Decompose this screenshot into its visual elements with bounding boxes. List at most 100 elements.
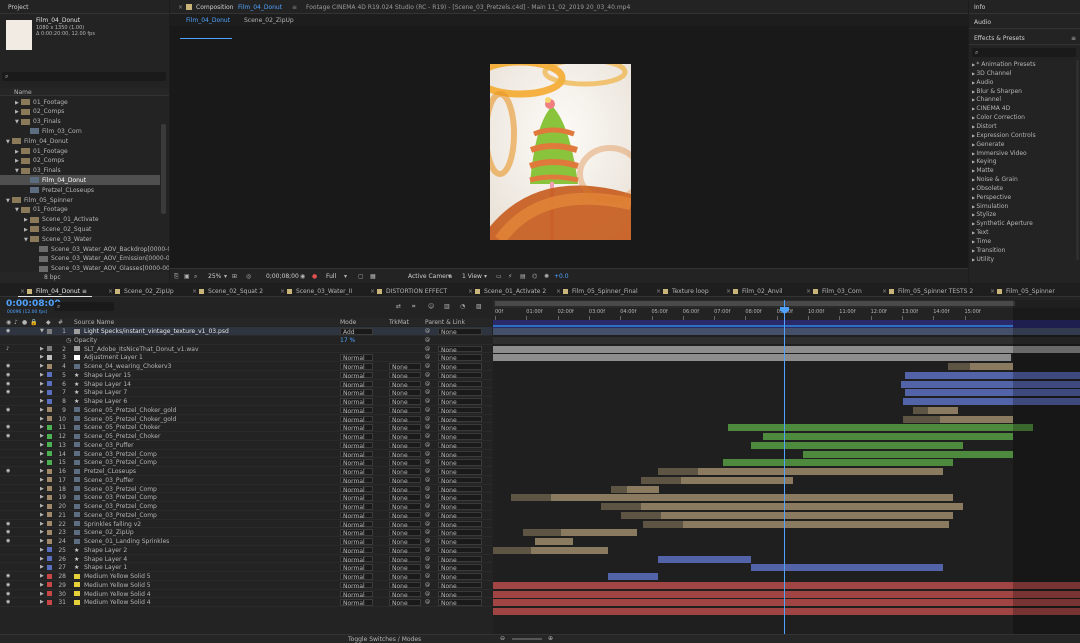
parent-select[interactable]: None bbox=[438, 581, 482, 590]
work-area-range[interactable] bbox=[495, 301, 1015, 306]
chevron-down-icon[interactable]: ▾ bbox=[224, 273, 227, 280]
layer-source-name[interactable]: Shape Layer 2 bbox=[84, 547, 127, 554]
close-icon[interactable]: × bbox=[806, 288, 813, 295]
close-icon[interactable]: × bbox=[990, 288, 997, 295]
toggle-grid-icon[interactable]: ⊞ bbox=[232, 273, 237, 280]
effects-category[interactable]: ▶ Matte bbox=[969, 167, 1074, 174]
label-color-swatch[interactable] bbox=[47, 512, 52, 518]
zoom-slider[interactable] bbox=[512, 638, 542, 640]
trkmat-select[interactable]: None bbox=[389, 581, 421, 590]
layer-mode-select[interactable]: Normal bbox=[340, 380, 373, 389]
parent-select[interactable]: None bbox=[438, 538, 482, 546]
effects-category[interactable]: ▶ Expression Controls bbox=[969, 132, 1074, 139]
trkmat-select[interactable]: None bbox=[389, 415, 421, 424]
pickwhip-icon[interactable]: @ bbox=[425, 573, 430, 579]
label-color-swatch[interactable] bbox=[47, 538, 52, 544]
pickwhip-icon[interactable]: @ bbox=[425, 529, 430, 535]
effects-search-input[interactable]: ⌕ bbox=[972, 48, 1076, 57]
trkmat-select[interactable]: None bbox=[389, 406, 421, 415]
layer-mode-select[interactable]: Normal bbox=[340, 459, 373, 467]
effects-category[interactable]: ▶ Noise & Grain bbox=[969, 176, 1074, 183]
trkmat-select[interactable]: None bbox=[389, 363, 421, 371]
effects-category[interactable]: ▶ Perspective bbox=[969, 194, 1074, 201]
comp-flowchart-icon[interactable]: ⇄ bbox=[396, 303, 401, 310]
parent-select[interactable]: None bbox=[438, 354, 482, 362]
pickwhip-icon[interactable]: @ bbox=[425, 494, 430, 500]
parent-select[interactable]: None bbox=[438, 406, 482, 415]
layer-row[interactable]: ▶ 26 ★ Shape Layer 4 Normal None @ None bbox=[0, 555, 492, 564]
layer-source-name[interactable]: Scene_03_Pretzel_Comp bbox=[84, 503, 157, 510]
chevron-down-icon[interactable]: ▾ bbox=[448, 273, 451, 280]
timeline-icon[interactable]: ▤ bbox=[520, 273, 526, 280]
eye-icon[interactable]: ◉ bbox=[6, 363, 10, 369]
playhead[interactable] bbox=[784, 300, 785, 643]
layer-mode-select[interactable]: Normal bbox=[340, 590, 373, 599]
layer-mode-select[interactable]: Normal bbox=[340, 485, 373, 494]
timeline-tab[interactable]: × Scene_01_Activate 2 bbox=[468, 288, 546, 295]
pickwhip-icon[interactable]: @ bbox=[425, 328, 430, 334]
effects-category[interactable]: ▶ Distort bbox=[969, 123, 1074, 130]
layer-source-name[interactable]: Adjustment Layer 1 bbox=[84, 354, 143, 361]
label-color-swatch[interactable] bbox=[47, 494, 52, 500]
project-item[interactable]: ▶ 01_Footage bbox=[0, 97, 160, 107]
parent-select[interactable]: None bbox=[438, 546, 482, 555]
twirl-arrow-icon[interactable]: ▶ bbox=[40, 556, 44, 562]
layer-source-name[interactable]: Medium Yellow Solid 4 bbox=[84, 599, 151, 606]
label-color-swatch[interactable] bbox=[47, 381, 52, 386]
layer-source-name[interactable]: Scene_05_Pretzel_Choker bbox=[84, 433, 160, 440]
exposure-icon[interactable]: ✺ bbox=[544, 273, 549, 280]
layer-duration-bar[interactable] bbox=[728, 424, 1033, 432]
parent-select[interactable]: None bbox=[438, 380, 482, 389]
layer-mode-select[interactable]: Normal bbox=[340, 511, 373, 520]
project-item[interactable]: Film_03_Corn bbox=[0, 126, 160, 136]
project-item[interactable]: ▼ Film_05_Spinner bbox=[0, 195, 160, 205]
parent-select[interactable]: None bbox=[438, 590, 482, 599]
eye-icon[interactable]: ◉ bbox=[6, 433, 10, 439]
layer-mode-select[interactable]: Normal bbox=[340, 371, 373, 380]
parent-select[interactable]: None bbox=[438, 599, 482, 607]
effects-category[interactable]: ▶ Blur & Sharpen bbox=[969, 88, 1074, 95]
close-icon[interactable]: × bbox=[656, 288, 663, 295]
layer-row[interactable]: ◉ ▶ 5 ★ Shape Layer 15 Normal None @ None bbox=[0, 371, 492, 380]
footage-tab[interactable]: Footage CINEMA 4D R19.024 Studio (RC - R… bbox=[306, 4, 630, 11]
snapshot-icon[interactable]: ◉ bbox=[300, 273, 305, 280]
project-item[interactable]: Film_04_Donut bbox=[0, 175, 160, 186]
label-color-swatch[interactable] bbox=[47, 442, 52, 448]
trkmat-select[interactable]: None bbox=[389, 590, 421, 599]
toggle-switches-modes[interactable]: Toggle Switches / Modes bbox=[348, 636, 421, 643]
effects-category[interactable]: ▶ Immersive Video bbox=[969, 150, 1074, 157]
project-item[interactable]: ▼ 01_Footage bbox=[0, 205, 160, 215]
trkmat-select[interactable]: None bbox=[389, 398, 421, 406]
project-item[interactable]: ▼ 03_Finals bbox=[0, 166, 160, 176]
timeline-tab[interactable]: × Film_05_Spinner_Final bbox=[556, 288, 638, 295]
composition-frame[interactable] bbox=[490, 64, 631, 240]
label-color-swatch[interactable] bbox=[47, 547, 52, 553]
close-icon[interactable]: × bbox=[20, 288, 27, 295]
frame-blend-icon[interactable]: ▥ bbox=[444, 303, 450, 310]
layer-row[interactable]: ▶ 14 Scene_03_Pretzel_Comp Normal None @ None bbox=[0, 450, 492, 459]
twirl-arrow-icon[interactable]: ▶ bbox=[40, 512, 44, 518]
layer-duration-bar[interactable] bbox=[723, 459, 953, 467]
layer-source-name[interactable]: Scene_05_Pretzel_Choker_gold bbox=[84, 407, 176, 414]
pickwhip-icon[interactable]: @ bbox=[425, 477, 430, 483]
trkmat-select[interactable]: None bbox=[389, 485, 421, 494]
fast-preview-icon[interactable]: ⚡ bbox=[508, 273, 512, 280]
stopwatch-icon[interactable]: ◷ bbox=[66, 337, 71, 344]
layer-source-name[interactable]: Scene_03_Puffer bbox=[84, 442, 134, 449]
layer-source-name[interactable]: Scene_03_Puffer bbox=[84, 477, 134, 484]
layer-duration-bar[interactable] bbox=[751, 564, 943, 572]
trkmat-select[interactable]: None bbox=[389, 459, 421, 467]
layer-mode-select[interactable]: Normal bbox=[340, 529, 373, 537]
close-icon[interactable]: × bbox=[726, 288, 733, 295]
label-color-swatch[interactable] bbox=[47, 346, 52, 351]
layer-mode-select[interactable]: Normal bbox=[340, 599, 373, 607]
layer-row[interactable]: ▶ 15 Scene_03_Pretzel_Comp Normal None @ None bbox=[0, 458, 492, 467]
pickwhip-icon[interactable]: @ bbox=[425, 398, 430, 404]
project-scrollbar[interactable] bbox=[161, 124, 166, 214]
layer-source-name[interactable]: Scene_05_Pretzel_Choker_gold bbox=[84, 416, 176, 423]
effects-category[interactable]: ▶ Stylize bbox=[969, 211, 1074, 218]
region-icon[interactable]: ▣ bbox=[184, 273, 190, 280]
trkmat-select[interactable]: None bbox=[389, 494, 421, 502]
graph-editor-icon[interactable]: ▨ bbox=[476, 303, 482, 310]
label-color-swatch[interactable] bbox=[47, 363, 52, 369]
